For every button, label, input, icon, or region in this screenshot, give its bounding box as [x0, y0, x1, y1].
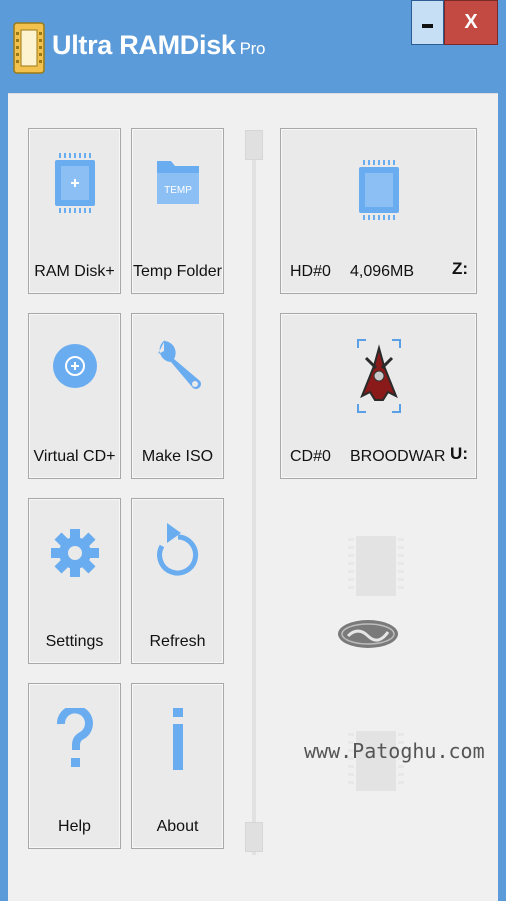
- panel-splitter[interactable]: [245, 130, 263, 855]
- drive-label: BROODWAR: [350, 448, 446, 465]
- drive-item[interactable]: HD#0 4,096MB Z:: [280, 128, 477, 294]
- minimize-icon: [422, 23, 433, 28]
- ram-drive-icon: [359, 160, 399, 220]
- refresh-button[interactable]: Refresh: [131, 498, 224, 664]
- drive-item[interactable]: CD#0 BROODWAR U:: [280, 313, 477, 479]
- title-bar[interactable]: Ultra RAMDisk Pro X: [0, 0, 506, 92]
- watermark-logo: [334, 614, 404, 659]
- tile-label: Temp Folder: [133, 263, 222, 280]
- settings-button[interactable]: Settings: [28, 498, 121, 664]
- tile-label: Settings: [45, 633, 104, 650]
- temp-folder-icon-text: TEMP: [164, 185, 192, 196]
- drive-id: HD#0: [290, 263, 331, 280]
- info-icon: [172, 708, 183, 770]
- drive-size: 4,096MB: [350, 263, 415, 280]
- close-icon: X: [464, 11, 478, 33]
- watermark-text: www.Patoghu.com: [304, 739, 485, 763]
- question-icon: [56, 708, 93, 767]
- wrench-icon: [157, 340, 201, 389]
- refresh-icon: [156, 523, 198, 576]
- splitter-rail: [252, 130, 256, 855]
- minimize-button[interactable]: [411, 0, 444, 45]
- help-button[interactable]: Help: [28, 683, 121, 849]
- about-button[interactable]: About: [131, 683, 224, 849]
- temp-folder-button[interactable]: TEMP Temp Folder: [131, 128, 224, 294]
- close-button[interactable]: X: [444, 0, 498, 45]
- app-logo-icon: [13, 22, 45, 74]
- window-title-text: Ultra RAMDisk: [52, 30, 236, 60]
- splitter-bottom-handle[interactable]: [245, 822, 263, 852]
- make-iso-button[interactable]: Make ISO: [131, 313, 224, 479]
- gear-icon: [50, 529, 99, 577]
- virtual-cd-add-button[interactable]: Virtual CD+: [28, 313, 121, 479]
- temp-folder-icon: TEMP: [156, 161, 199, 204]
- game-disc-icon: [357, 339, 401, 413]
- drive-letter: U:: [450, 444, 468, 463]
- tile-label: Virtual CD+: [33, 448, 116, 465]
- ram-disk-add-icon: [54, 153, 95, 213]
- virtual-cd-add-icon: [52, 344, 97, 388]
- window-title: Ultra RAMDisk Pro: [52, 30, 265, 61]
- window-title-edition: Pro: [239, 39, 266, 58]
- tile-label: Make ISO: [141, 448, 214, 465]
- tile-label: About: [156, 818, 199, 835]
- tile-label: Refresh: [149, 633, 206, 650]
- splitter-top-handle[interactable]: [245, 130, 263, 160]
- drive-id: CD#0: [290, 448, 331, 465]
- ram-disk-add-button[interactable]: RAM Disk+: [28, 128, 121, 294]
- tile-label: Help: [58, 818, 91, 835]
- drive-letter: Z:: [451, 259, 468, 278]
- main-panel: RAM Disk+ TEMP Temp Folder Virtual CD+ M…: [8, 93, 498, 901]
- tile-label: RAM Disk+: [34, 263, 115, 280]
